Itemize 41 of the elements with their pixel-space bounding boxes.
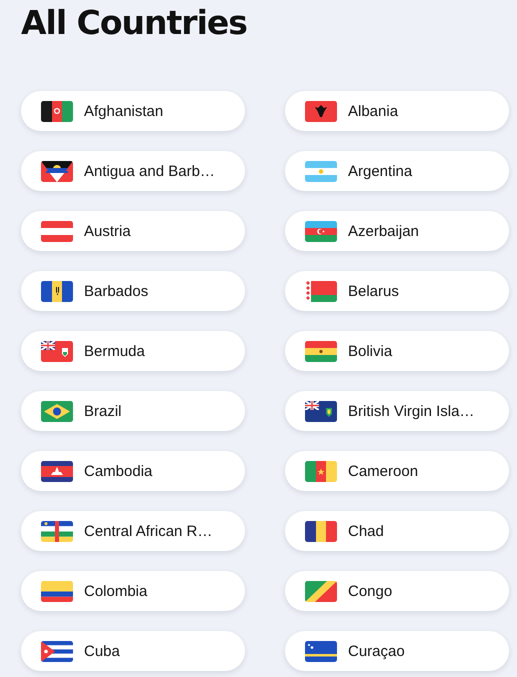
country-item[interactable]: Central African R… [21, 511, 245, 551]
flag-icon [41, 580, 73, 602]
flag-icon [305, 400, 337, 422]
flag-icon [41, 460, 73, 482]
flag-icon [305, 520, 337, 542]
country-item[interactable]: Afghanistan [21, 91, 245, 131]
flag-icon [305, 280, 337, 302]
country-item[interactable]: Curaçao [285, 631, 509, 671]
flag-icon [305, 580, 337, 602]
country-item[interactable]: Cambodia [21, 451, 245, 491]
country-item[interactable]: Chad [285, 511, 509, 551]
flag-icon [41, 400, 73, 422]
flag-icon [305, 340, 337, 362]
country-item[interactable]: Brazil [21, 391, 245, 431]
country-item[interactable]: Congo [285, 571, 509, 611]
country-item[interactable]: Antigua and Barb… [21, 151, 245, 191]
country-item[interactable]: Bermuda [21, 331, 245, 371]
country-item[interactable]: Argentina [285, 151, 509, 191]
flag-icon [41, 280, 73, 302]
country-item[interactable]: Cuba [21, 631, 245, 671]
page-title: All Countries [21, 2, 248, 43]
flag-icon [41, 160, 73, 182]
flag-icon [41, 520, 73, 542]
flag-icon [305, 220, 337, 242]
flag-icon [41, 340, 73, 362]
flag-icon [305, 100, 337, 122]
country-item[interactable]: Barbados [21, 271, 245, 311]
country-item[interactable]: Austria [21, 211, 245, 251]
country-item[interactable]: British Virgin Isla… [285, 391, 509, 431]
flag-icon [305, 460, 337, 482]
country-item[interactable]: Belarus [285, 271, 509, 311]
country-item[interactable]: Colombia [21, 571, 245, 611]
flag-icon [305, 160, 337, 182]
country-item[interactable]: Cameroon [285, 451, 509, 491]
flag-icon [41, 100, 73, 122]
flag-icon [41, 640, 73, 662]
country-item[interactable]: Bolivia [285, 331, 509, 371]
flag-icon [305, 640, 337, 662]
flag-icon [41, 220, 73, 242]
country-item[interactable]: Albania [285, 91, 509, 131]
country-item[interactable]: Azerbaijan [285, 211, 509, 251]
